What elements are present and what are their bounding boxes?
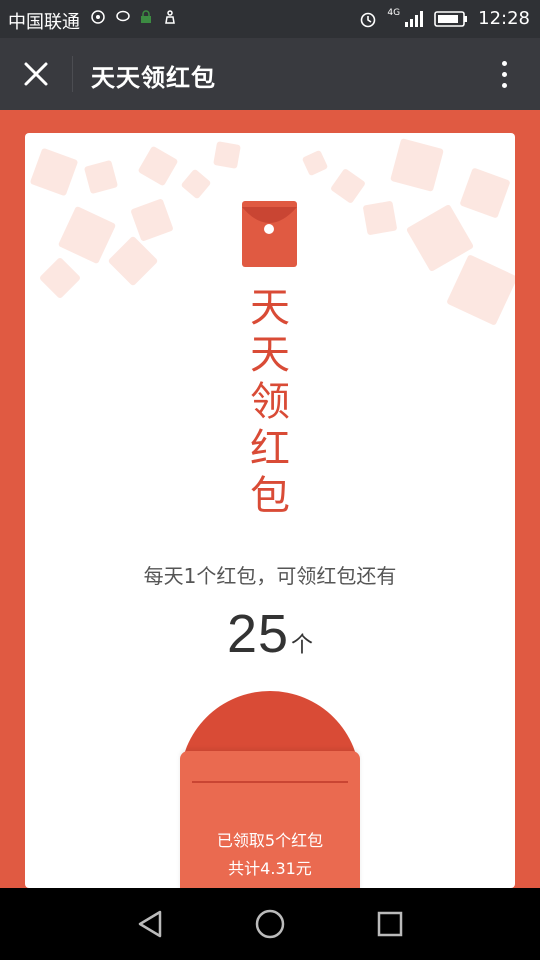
confetti-decoration (180, 168, 212, 200)
nav-back-button[interactable] (130, 906, 170, 942)
network-type: 4G (387, 7, 401, 18)
confetti-decoration (362, 200, 398, 236)
confetti-decoration (38, 256, 82, 300)
vertical-title: 天 天 领 红 包 (245, 285, 295, 520)
home-circle-icon (255, 909, 285, 939)
title-divider (72, 56, 73, 92)
title-char: 天 (250, 332, 290, 378)
close-button[interactable] (14, 52, 58, 96)
confetti-decoration (301, 149, 329, 177)
remaining-count-number: 25 (226, 604, 290, 664)
remaining-count: 25个 (25, 603, 515, 665)
location-icon (91, 10, 105, 24)
title-bar: 天天领红包 (0, 38, 540, 110)
status-bar: 中国联通 4G 12:28 (0, 0, 540, 38)
confetti-decoration (137, 145, 179, 187)
lock-icon (141, 10, 151, 23)
envelope-body: 已领取5个红包 共计4.31元 (180, 751, 360, 888)
system-nav-bar (0, 888, 540, 960)
page-title: 天天领红包 (91, 64, 216, 92)
confetti-decoration (57, 205, 117, 265)
signal-icon (405, 10, 424, 27)
chat-icon (116, 10, 130, 22)
status-right-icons: 4G 12:28 (359, 8, 530, 29)
clock-time: 12:28 (478, 8, 530, 29)
title-char: 红 (250, 426, 290, 472)
confetti-decoration (130, 198, 174, 242)
recents-square-icon (377, 911, 403, 937)
title-char: 领 (250, 379, 290, 425)
confetti-decoration (329, 167, 367, 205)
confetti-decoration (459, 167, 511, 219)
clean-icon (165, 10, 175, 24)
back-triangle-icon (138, 910, 162, 938)
alarm-icon (361, 12, 376, 27)
status-left-icons (90, 9, 178, 25)
envelope-divider (192, 781, 348, 783)
carrier-label: 中国联通 (8, 12, 80, 33)
red-packet-card: 天 天 领 红 包 每天1个红包，可领红包还有 25个 已领取5个红包 共计4.… (25, 133, 515, 888)
confetti-decoration (29, 147, 79, 197)
more-menu-button[interactable] (486, 52, 522, 96)
red-envelope-icon (242, 201, 297, 267)
received-count-text: 已领取5个红包 (216, 831, 324, 850)
title-char: 天 (250, 285, 290, 331)
daily-info-text: 每天1个红包，可领红包还有 (143, 564, 397, 588)
confetti-decoration (213, 141, 241, 169)
total-amount-text: 共计4.31元 (228, 859, 312, 878)
count-unit: 个 (291, 633, 314, 658)
more-vertical-icon (501, 60, 507, 66)
confetti-decoration (446, 254, 515, 326)
title-char: 包 (250, 473, 290, 519)
confetti-decoration (83, 159, 119, 195)
nav-recents-button[interactable] (370, 906, 410, 942)
confetti-decoration (390, 138, 444, 192)
open-red-packet-button[interactable]: 已领取5个红包 共计4.31元 (180, 691, 360, 888)
close-icon (24, 62, 48, 86)
confetti-decoration (107, 235, 159, 287)
battery-icon (434, 10, 468, 27)
nav-home-button[interactable] (250, 906, 290, 942)
